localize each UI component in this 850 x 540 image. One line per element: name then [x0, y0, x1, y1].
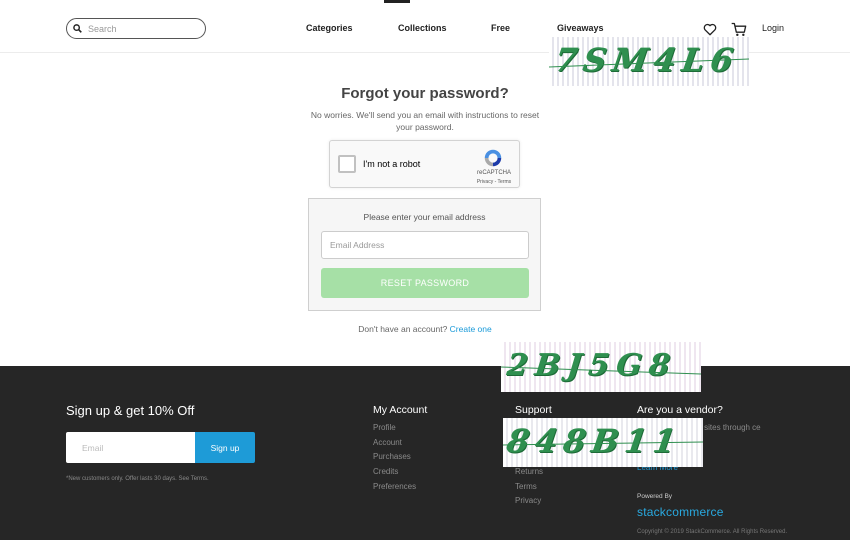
recaptcha-checkbox[interactable]	[338, 155, 356, 173]
powered-by-label: Powered By	[637, 493, 673, 500]
heart-icon[interactable]	[702, 21, 718, 37]
login-link[interactable]: Login	[762, 23, 784, 33]
footer-link-returns[interactable]: Returns	[515, 467, 543, 476]
my-account-heading: My Account	[373, 404, 428, 416]
recaptcha-terms-link[interactable]: Privacy - Terms	[470, 179, 518, 185]
stackcommerce-logo[interactable]: stackcommerce	[637, 505, 724, 519]
nav-collections[interactable]: Collections	[398, 23, 447, 33]
reset-form: Please enter your email address RESET PA…	[308, 198, 541, 311]
signup-button[interactable]: Sign up	[195, 432, 255, 463]
recaptcha-widget: I'm not a robot reCAPTCHA Privacy - Term…	[329, 140, 520, 188]
site-footer: Sign up & get 10% Off Sign up *New custo…	[0, 366, 850, 540]
signup-title: Sign up & get 10% Off	[66, 403, 195, 418]
footer-link-profile[interactable]: Profile	[373, 423, 396, 432]
create-account-link[interactable]: Create one	[450, 324, 492, 334]
captcha-noise-lines	[501, 366, 701, 375]
recaptcha-logo-icon	[484, 149, 502, 167]
captcha-noise-lines	[503, 441, 703, 446]
page-title: Forgot your password?	[341, 85, 509, 102]
newsletter-email-field[interactable]	[66, 432, 196, 463]
search-input[interactable]	[88, 23, 198, 34]
email-prompt: Please enter your email address	[363, 212, 486, 222]
cart-icon[interactable]	[731, 21, 747, 37]
logo[interactable]	[384, 0, 410, 3]
nav-giveaways[interactable]: Giveaways	[557, 23, 604, 33]
account-prompt: Don't have an account?	[358, 324, 448, 334]
nav-categories[interactable]: Categories	[306, 23, 353, 33]
footer-link-terms[interactable]: Terms	[515, 482, 537, 491]
recaptcha-brand: reCAPTCHA	[476, 170, 511, 176]
nav-free[interactable]: Free	[491, 23, 510, 33]
reset-password-button[interactable]: RESET PASSWORD	[321, 268, 529, 298]
footer-link-privacy[interactable]: Privacy	[515, 496, 541, 505]
copyright: Copyright © 2019 StackCommerce. All Righ…	[637, 529, 788, 535]
recaptcha-label: I'm not a robot	[363, 159, 421, 169]
support-heading: Support	[515, 404, 552, 416]
footer-link-credits[interactable]: Credits	[373, 467, 398, 476]
vendor-heading: Are you a vendor?	[637, 404, 723, 416]
search-icon	[73, 24, 82, 33]
page-subtitle: No worries. We'll send you an email with…	[310, 110, 540, 132]
footer-link-account[interactable]: Account	[373, 438, 402, 447]
captcha-image-top: 7SM4L6	[549, 37, 749, 86]
captcha-image-bottom: 848B11	[503, 418, 703, 467]
create-account-line: Don't have an account? Create one	[0, 324, 850, 334]
captcha-image-middle: 2BJ5G8	[501, 342, 701, 392]
captcha-noise-lines	[549, 58, 749, 68]
email-field[interactable]	[321, 231, 529, 259]
signup-note: *New customers only. Offer lasts 30 days…	[66, 476, 209, 482]
footer-link-purchases[interactable]: Purchases	[373, 452, 411, 461]
footer-link-preferences[interactable]: Preferences	[373, 482, 416, 491]
search-box[interactable]	[66, 18, 206, 39]
